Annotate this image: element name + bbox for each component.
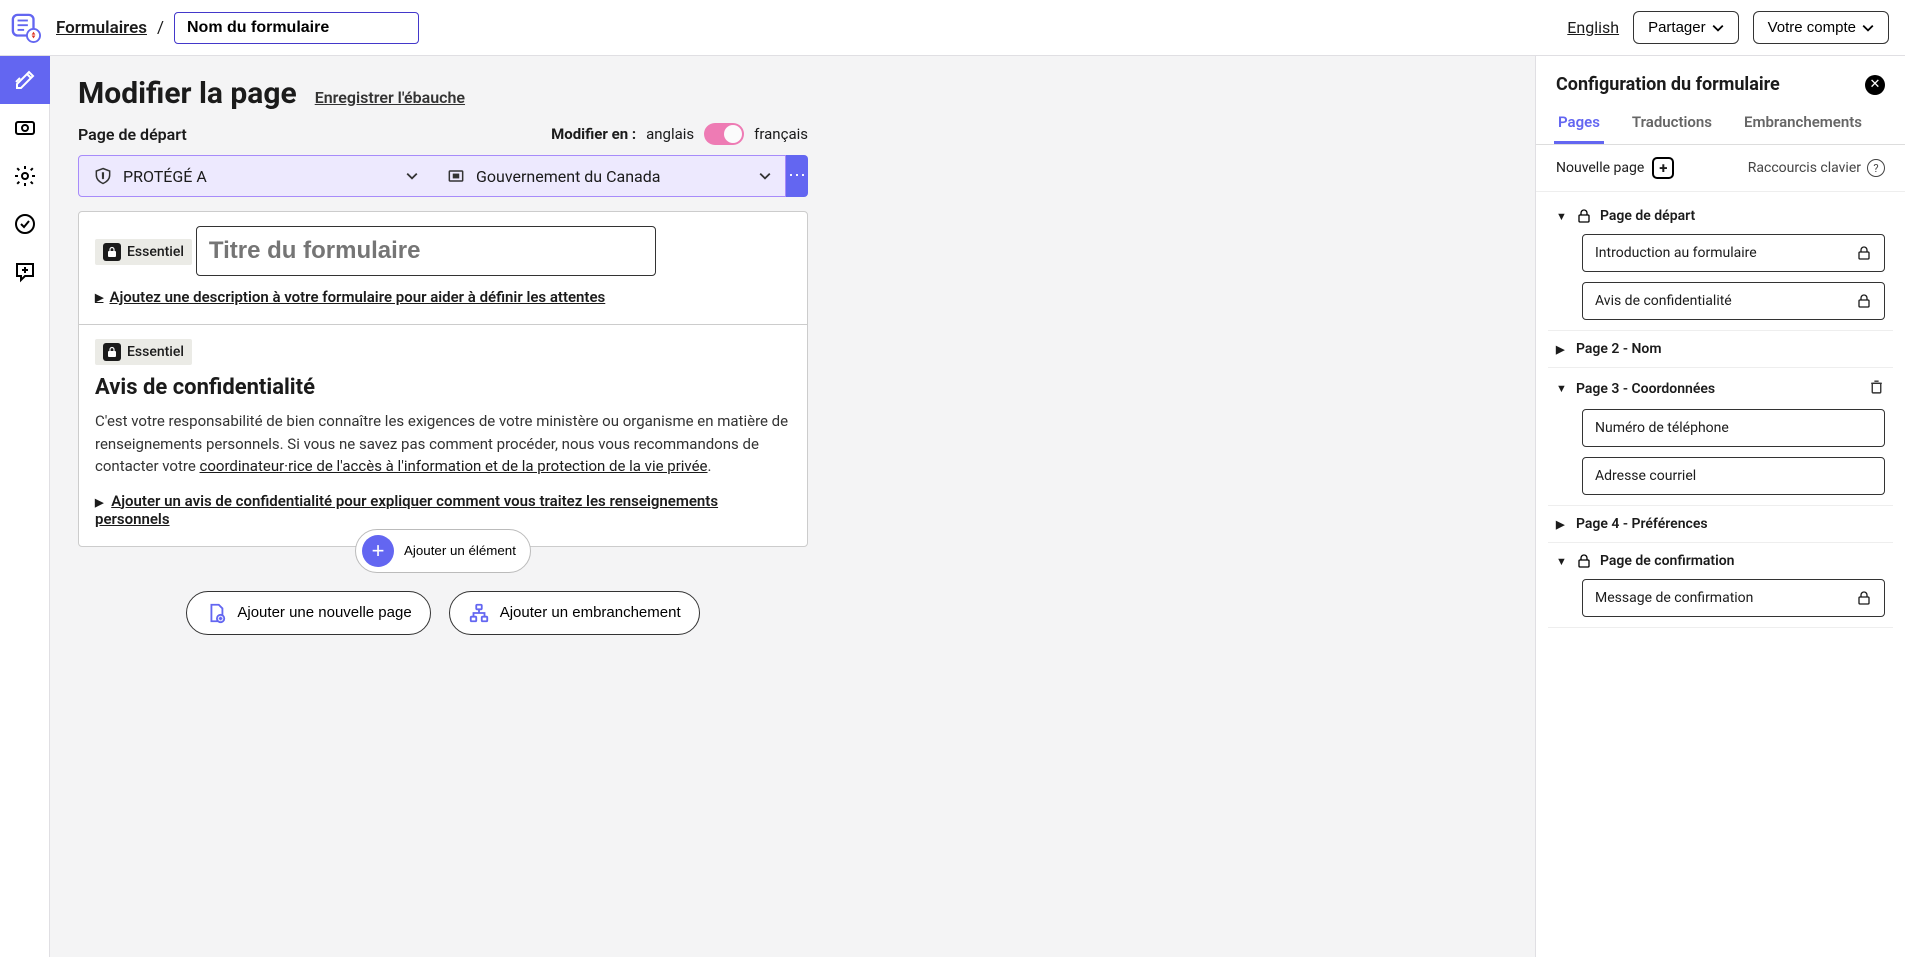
- sidebar-settings-icon[interactable]: [0, 152, 50, 200]
- privacy-coordinator-link[interactable]: coordinateur·rice de l'accès à l'informa…: [200, 457, 708, 475]
- chevron-down-icon: ▼: [1556, 210, 1568, 223]
- lock-icon: [1856, 293, 1872, 309]
- top-bar: Formulaires / English Partager Votre com…: [0, 0, 1905, 56]
- form-name-input[interactable]: [174, 12, 419, 44]
- breadcrumb-root-link[interactable]: Formulaires: [56, 18, 147, 38]
- classification-dropdown[interactable]: ! PROTÉGÉ A: [79, 156, 432, 196]
- add-element-button[interactable]: + Ajouter un élément: [355, 529, 531, 573]
- essential-badge: Essentiel: [95, 339, 192, 365]
- essential-badge: Essentiel: [95, 239, 192, 265]
- lock-icon: [1856, 245, 1872, 261]
- close-icon[interactable]: ✕: [1865, 75, 1885, 95]
- chevron-down-icon: ▼: [1556, 555, 1568, 568]
- tree-leaf-confirm-msg[interactable]: Message de confirmation: [1582, 579, 1885, 617]
- tree-node-page2[interactable]: ▶ Page 2 - Nom: [1556, 341, 1885, 357]
- form-title-input[interactable]: [196, 226, 656, 276]
- language-link[interactable]: English: [1567, 18, 1619, 37]
- lock-icon: [1576, 208, 1592, 224]
- start-page-label: Page de départ: [78, 125, 187, 144]
- breadcrumb: Formulaires /: [56, 12, 419, 44]
- keyboard-shortcuts-link[interactable]: Raccourcis clavier ?: [1748, 159, 1885, 177]
- chevron-down-icon: ▼: [1556, 382, 1568, 395]
- chevron-right-icon: ▶: [1556, 518, 1568, 531]
- share-button[interactable]: Partager: [1633, 11, 1739, 44]
- plus-square-icon: +: [1652, 157, 1674, 179]
- tab-pages[interactable]: Pages: [1554, 103, 1604, 144]
- chevron-right-icon: ▶: [1556, 343, 1568, 356]
- privacy-notice-body: C'est votre responsabilité de bien conna…: [95, 410, 791, 478]
- lock-icon: [1576, 553, 1592, 569]
- help-icon: ?: [1867, 159, 1885, 177]
- add-description-disclosure[interactable]: ▶ Ajoutez une description à votre formul…: [95, 288, 791, 306]
- account-button[interactable]: Votre compte: [1753, 11, 1889, 44]
- sidebar-publish-icon[interactable]: [0, 200, 50, 248]
- lock-icon: [103, 243, 121, 261]
- sidebar-preview-icon[interactable]: [0, 104, 50, 152]
- left-sidebar: [0, 56, 50, 957]
- privacy-notice-title: Avis de confidentialité: [95, 375, 791, 400]
- main-content: Modifier la page Enregistrer l'ébauche P…: [50, 56, 1535, 957]
- plus-circle-icon: +: [362, 535, 394, 567]
- trash-icon[interactable]: [1868, 378, 1885, 399]
- tree-leaf-email[interactable]: Adresse courriel: [1582, 457, 1885, 495]
- form-title-card: Essentiel ▶ Ajoutez une description à vo…: [79, 212, 807, 324]
- svg-text:!: !: [102, 172, 104, 181]
- tree-node-page4[interactable]: ▶ Page 4 - Préférences: [1556, 516, 1885, 532]
- add-privacy-disclosure[interactable]: ▶ Ajouter un avis de confidentialité pou…: [95, 492, 791, 528]
- branch-icon: [468, 602, 490, 624]
- lock-icon: [103, 343, 121, 361]
- tree-node-start[interactable]: ▼ Page de départ: [1556, 208, 1885, 224]
- privacy-card: Essentiel Avis de confidentialité C'est …: [79, 324, 807, 546]
- page-plus-icon: [205, 602, 227, 624]
- triangle-right-icon: ▶: [95, 496, 103, 509]
- tree-leaf-privacy[interactable]: Avis de confidentialité: [1582, 282, 1885, 320]
- save-draft-link[interactable]: Enregistrer l'ébauche: [315, 88, 465, 107]
- lock-icon: [1856, 590, 1872, 606]
- tree-leaf-phone[interactable]: Numéro de téléphone: [1582, 409, 1885, 447]
- add-new-page-button[interactable]: Ajouter une nouvelle page: [186, 591, 430, 635]
- config-panel: Configuration du formulaire ✕ Pages Trad…: [1535, 56, 1905, 957]
- triangle-right-icon: ▶: [95, 291, 103, 304]
- app-logo[interactable]: [8, 10, 44, 46]
- language-toggle[interactable]: [704, 123, 744, 145]
- panel-title: Configuration du formulaire: [1556, 74, 1780, 95]
- page-tree: ▼ Page de départ Introduction au formula…: [1536, 192, 1905, 648]
- branding-dropdown[interactable]: Gouvernement du Canada: [432, 156, 785, 196]
- page-title: Modifier la page: [78, 76, 297, 111]
- sidebar-responses-icon[interactable]: [0, 248, 50, 296]
- tree-node-confirm[interactable]: ▼ Page de confirmation: [1556, 553, 1885, 569]
- sidebar-edit-icon[interactable]: [0, 56, 50, 104]
- breadcrumb-separator: /: [157, 18, 164, 38]
- tab-translations[interactable]: Traductions: [1628, 103, 1716, 144]
- language-edit-control: Modifier en : anglais français: [551, 123, 808, 145]
- classification-more-button[interactable]: ⋯: [786, 155, 808, 197]
- tree-leaf-intro[interactable]: Introduction au formulaire: [1582, 234, 1885, 272]
- add-branching-button[interactable]: Ajouter un embranchement: [449, 591, 700, 635]
- tab-branching[interactable]: Embranchements: [1740, 103, 1866, 144]
- new-page-button[interactable]: Nouvelle page +: [1556, 157, 1674, 179]
- tree-node-page3[interactable]: ▼ Page 3 - Coordonnées: [1556, 378, 1885, 399]
